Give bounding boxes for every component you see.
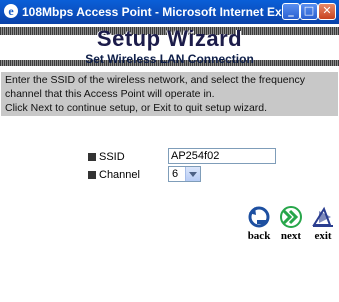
- back-button[interactable]: back: [244, 205, 274, 242]
- exit-label: exit: [314, 230, 332, 242]
- window-titlebar: e 108Mbps Access Point - Microsoft Inter…: [0, 0, 339, 24]
- instruction-line-2: channel that this Access Point will oper…: [5, 88, 215, 100]
- next-icon: [280, 206, 302, 228]
- exit-icon: [312, 206, 333, 227]
- ie-icon: e: [4, 4, 18, 18]
- exit-button[interactable]: exit: [308, 205, 338, 242]
- minimize-button[interactable]: _: [282, 3, 300, 20]
- channel-label: Channel: [99, 169, 140, 181]
- back-label: back: [247, 230, 271, 242]
- bullet-square: [88, 153, 96, 161]
- close-button[interactable]: ✕: [318, 3, 336, 20]
- instruction-line-3: Click Next to continue setup, or Exit to…: [5, 102, 268, 114]
- channel-value: 6: [172, 168, 179, 180]
- window-title: 108Mbps Access Point - Microsoft Interne…: [22, 5, 316, 19]
- instruction-line-1: Enter the SSID of the wireless network, …: [5, 74, 305, 86]
- page-title: Setup Wizard: [96, 26, 243, 51]
- ssid-input[interactable]: [168, 148, 276, 164]
- channel-select[interactable]: 6: [168, 166, 201, 182]
- page-subtitle: Set Wireless LAN Connection: [85, 52, 254, 66]
- chevron-down-icon[interactable]: [185, 167, 200, 181]
- next-label: next: [280, 230, 302, 242]
- back-icon: [248, 206, 270, 228]
- maximize-button[interactable]: □: [300, 3, 318, 20]
- instruction-box: Enter the SSID of the wireless network, …: [1, 72, 338, 116]
- bullet-square: [88, 171, 96, 179]
- next-button[interactable]: next: [276, 205, 306, 242]
- ssid-label: SSID: [99, 151, 125, 163]
